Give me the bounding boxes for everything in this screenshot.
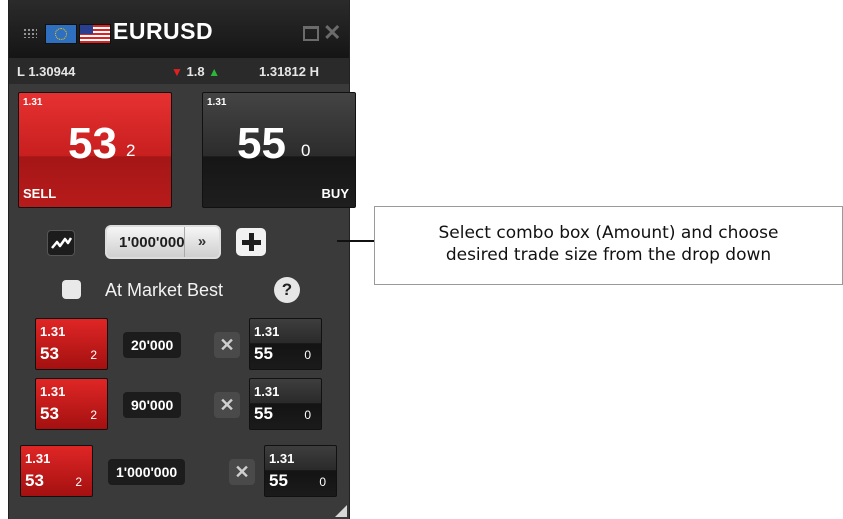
buy-price-prefix: 1.31: [207, 97, 227, 108]
row-sell-prefix: 1.31: [40, 384, 66, 399]
currency-pair-title: EURUSD: [113, 18, 214, 44]
buy-label: BUY: [321, 186, 349, 201]
sell-label: SELL: [23, 186, 57, 201]
arrow-down-icon: ▼: [171, 65, 183, 79]
buy-quote-button[interactable]: 1.31 55 0 BUY: [202, 92, 356, 208]
row-sell-fraction: 2: [90, 348, 97, 362]
arrow-up-icon: ▲: [208, 65, 221, 79]
callout-line-2: desired trade size from the drop down: [445, 245, 772, 265]
high-price: 1.31812 H: [259, 64, 319, 79]
row-buy-pips: 55: [254, 344, 273, 363]
market-best-checkbox[interactable]: [62, 280, 81, 299]
row-buy-fraction: 0: [304, 408, 311, 422]
row-sell-fraction: 2: [75, 475, 82, 489]
row-amount[interactable]: 1'000'000: [108, 459, 186, 485]
title-bar[interactable]: EURUSD ✕: [9, 0, 349, 58]
row-sell-prefix: 1.31: [40, 324, 66, 339]
row-sell-pips: 53: [25, 471, 44, 490]
row-buy-button[interactable]: 1.31 55 0: [249, 318, 322, 370]
row-buy-prefix: 1.31: [254, 384, 280, 399]
row-buy-button[interactable]: 1.31 55 0: [249, 378, 322, 430]
drag-grip-icon[interactable]: [23, 28, 37, 38]
remove-row-icon[interactable]: ✕: [214, 392, 240, 418]
market-best-label: At Market Best: [105, 280, 224, 300]
quick-trade-row: 1.31 53 2 1'000'000 ✕ 1.31 55 0: [9, 445, 349, 497]
spread-value: 1.8: [186, 64, 205, 79]
row-buy-pips: 55: [269, 471, 288, 490]
row-sell-button[interactable]: 1.31 53 2: [35, 318, 108, 370]
row-sell-pips: 53: [40, 344, 59, 363]
sell-price-prefix: 1.31: [23, 97, 43, 108]
buy-pips: 55: [237, 119, 286, 168]
amount-value[interactable]: 1'000'000: [119, 234, 185, 251]
sell-fraction: 2: [126, 141, 136, 160]
row-sell-fraction: 2: [90, 408, 97, 422]
amount-combo-box[interactable]: 1'000'000 »: [105, 225, 221, 259]
double-chevron-down-icon[interactable]: »: [184, 227, 219, 257]
row-sell-button[interactable]: 1.31 53 2: [20, 445, 93, 497]
resize-handle-icon[interactable]: [335, 505, 347, 517]
chart-line-icon: [51, 237, 73, 249]
row-sell-button[interactable]: 1.31 53 2: [35, 378, 108, 430]
row-amount[interactable]: 20'000: [123, 332, 182, 358]
sell-pips: 53: [68, 119, 117, 168]
quick-trade-row: 1.31 53 2 20'000 ✕ 1.31 55 0: [9, 318, 349, 370]
row-buy-prefix: 1.31: [254, 324, 280, 339]
row-buy-pips: 55: [254, 404, 273, 423]
trade-widget: EURUSD ✕ L 1.30944 ▼ 1.8 ▲ 1.31812 H 1.3…: [8, 0, 356, 519]
remove-row-icon[interactable]: ✕: [229, 459, 255, 485]
chart-button[interactable]: [47, 230, 75, 256]
callout-line-1: Select combo box (Amount) and choose: [438, 223, 779, 243]
eu-flag-icon: [45, 24, 77, 44]
maximize-icon[interactable]: [303, 26, 319, 41]
row-buy-button[interactable]: 1.31 55 0: [264, 445, 337, 497]
spread-indicator: ▼ 1.8 ▲: [171, 64, 220, 79]
price-stats-bar: L 1.30944 ▼ 1.8 ▲ 1.31812 H: [9, 58, 349, 84]
row-amount[interactable]: 90'000: [123, 392, 182, 418]
help-icon[interactable]: ?: [274, 277, 300, 303]
sell-quote-button[interactable]: 1.31 53 2 SELL: [18, 92, 172, 208]
buy-fraction: 0: [301, 141, 311, 160]
row-buy-fraction: 0: [304, 348, 311, 362]
row-buy-fraction: 0: [319, 475, 326, 489]
remove-row-icon[interactable]: ✕: [214, 332, 240, 358]
quick-trade-row: 1.31 53 2 90'000 ✕ 1.31 55 0: [9, 378, 349, 430]
low-price: L 1.30944: [17, 64, 76, 79]
close-icon[interactable]: ✕: [323, 20, 341, 46]
us-flag-icon: [79, 24, 111, 44]
callout-connector: [337, 240, 374, 242]
add-amount-button[interactable]: [236, 228, 266, 256]
row-sell-prefix: 1.31: [25, 451, 51, 466]
instruction-callout: Select combo box (Amount) and choose des…: [374, 206, 843, 285]
callout-text: Select combo box (Amount) and choose des…: [375, 222, 842, 266]
row-sell-pips: 53: [40, 404, 59, 423]
row-buy-prefix: 1.31: [269, 451, 295, 466]
